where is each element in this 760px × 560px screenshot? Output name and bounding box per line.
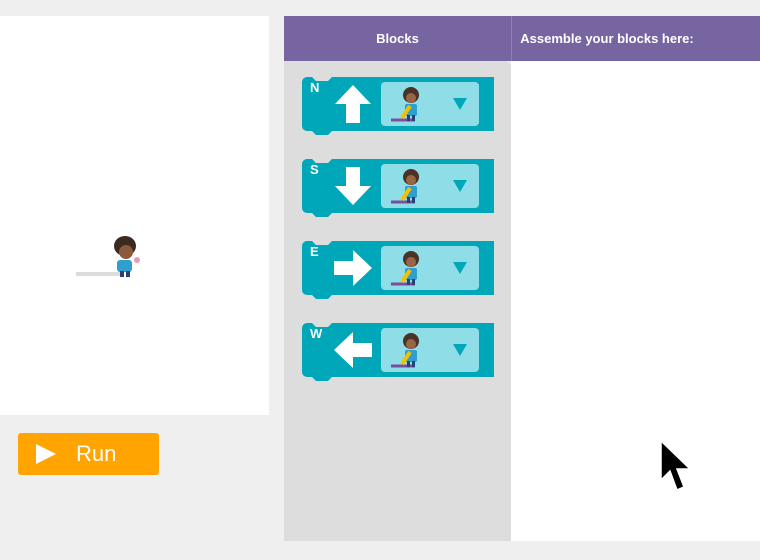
- run-button-label: Run: [76, 441, 117, 466]
- workspace-title: Assemble your blocks here:: [520, 31, 694, 46]
- chevron-down-icon: [453, 262, 467, 274]
- direction-label: W: [310, 326, 323, 341]
- pen-dropdown[interactable]: [381, 246, 479, 290]
- chevron-down-icon: [453, 344, 467, 356]
- pen-dropdown[interactable]: [381, 82, 479, 126]
- arrow-right-icon: [334, 250, 372, 286]
- chevron-down-icon: [453, 180, 467, 192]
- move-south-block[interactable]: S: [302, 159, 494, 217]
- arrow-up-icon: [335, 85, 371, 123]
- artist-pen-icon: [391, 169, 419, 204]
- move-west-block[interactable]: W: [302, 323, 494, 381]
- artist-pen-icon: [391, 87, 419, 122]
- block-workspace[interactable]: [511, 61, 760, 541]
- artist-character: [114, 236, 140, 277]
- move-north-block[interactable]: N: [302, 77, 494, 135]
- pen-dropdown[interactable]: [381, 328, 479, 372]
- arrow-down-icon: [335, 167, 371, 205]
- artist-pen-icon: [391, 333, 419, 368]
- artist-pen-icon: [391, 251, 419, 286]
- play-icon: [36, 444, 56, 464]
- play-area: [0, 16, 269, 415]
- pen-dropdown[interactable]: [381, 164, 479, 208]
- arrow-left-icon: [334, 332, 372, 368]
- direction-label: N: [310, 80, 320, 95]
- mouse-cursor-icon: [660, 440, 692, 492]
- toolbox-title: Blocks: [376, 31, 419, 46]
- move-east-block[interactable]: E: [302, 241, 494, 299]
- direction-label: E: [310, 244, 319, 259]
- workspace-header: Blocks Assemble your blocks here:: [284, 16, 760, 61]
- run-button[interactable]: Run: [18, 433, 159, 475]
- direction-label: S: [310, 162, 319, 177]
- chevron-down-icon: [453, 98, 467, 110]
